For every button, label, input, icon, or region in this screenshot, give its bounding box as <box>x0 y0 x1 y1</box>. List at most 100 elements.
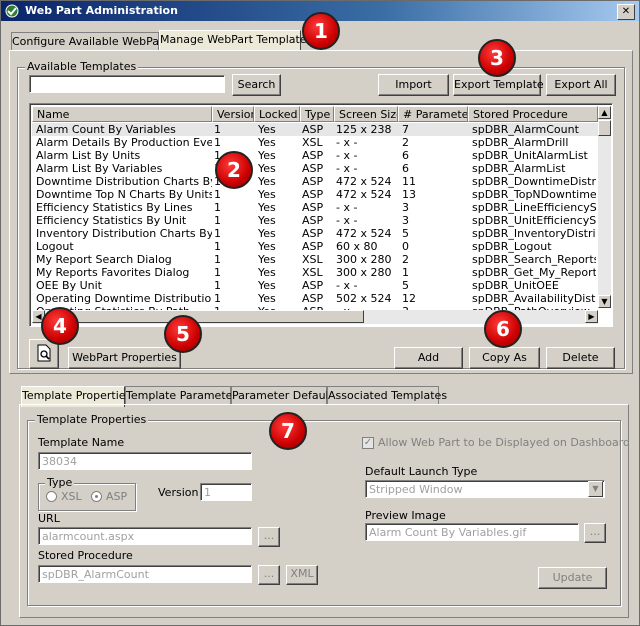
template-name-label: Template Name <box>38 436 125 449</box>
chevron-down-icon[interactable]: ▼ <box>588 481 603 497</box>
row-locked: Yes <box>258 279 276 292</box>
row-screen-size: 300 x 280 <box>336 266 392 279</box>
scroll-down-icon[interactable]: ▼ <box>598 295 611 308</box>
row-type: ASP <box>302 123 324 136</box>
row-type: XSL <box>302 266 323 279</box>
allow-dashboard-checkbox[interactable]: ✓ <box>362 437 374 449</box>
row-locked: Yes <box>258 292 276 305</box>
row-name: Operating Downtime Distribution <box>36 292 212 305</box>
row-stored-procedure: spDBR_Search_Reports <box>472 253 596 266</box>
row-screen-size: 472 x 524 <box>336 188 392 201</box>
tab-configure-webparts[interactable]: Configure Available WebParts <box>11 32 174 51</box>
row-version: 1 <box>214 266 221 279</box>
row-name: OEE By Unit <box>36 279 102 292</box>
preview-browse-button[interactable]: ... <box>584 523 606 543</box>
search-button[interactable]: Search <box>232 74 281 96</box>
row-screen-size: - x - <box>336 214 358 227</box>
delete-button[interactable]: Delete <box>546 347 615 369</box>
scroll-up-icon[interactable]: ▲ <box>598 106 611 119</box>
preview-image-field[interactable]: Alarm Count By Variables.gif <box>365 523 579 541</box>
row-name: Efficiency Statistics By Unit <box>36 214 187 227</box>
hscroll-thumb[interactable] <box>46 310 364 323</box>
export-template-button[interactable]: Export Template <box>453 74 544 96</box>
row-type: XSL <box>302 253 323 266</box>
asp-radio[interactable] <box>91 491 102 502</box>
row-parameters: 5 <box>402 279 409 292</box>
row-stored-procedure: spDBR_InventoryDistribution <box>472 227 596 240</box>
row-version: 1 <box>214 253 221 266</box>
row-locked: Yes <box>258 162 276 175</box>
row-name: Downtime Top N Charts By Units <box>36 188 212 201</box>
tab-associated-templates[interactable]: Associated Templates <box>327 386 447 405</box>
url-label: URL <box>38 512 60 525</box>
row-type: ASP <box>302 214 324 227</box>
col-header-version[interactable]: Version <box>212 106 254 122</box>
sp-browse-button[interactable]: ... <box>258 565 280 585</box>
row-name: Alarm Count By Variables <box>36 123 176 136</box>
asp-radio-label: ASP <box>106 490 128 503</box>
row-screen-size: 472 x 524 <box>336 227 392 240</box>
row-type: ASP <box>302 227 324 240</box>
tab-manage-templates[interactable]: Manage WebPart Templates <box>159 30 312 51</box>
row-type: ASP <box>302 149 324 162</box>
webpart-properties-button[interactable]: WebPart Properties <box>68 347 181 369</box>
web-part-admin-window: Web Part Administration ✕ Configure Avai… <box>0 0 640 626</box>
callout-badge-4: 4 <box>41 307 79 345</box>
export-all-button[interactable]: Export All <box>546 74 616 96</box>
row-parameters: 2 <box>402 253 409 266</box>
row-version: 1 <box>214 292 221 305</box>
add-button[interactable]: Add <box>394 347 463 369</box>
row-locked: Yes <box>258 266 276 279</box>
import-button[interactable]: Import <box>378 74 449 96</box>
row-version: 1 <box>214 214 221 227</box>
row-name: Downtime Distribution Charts By Units <box>36 175 212 188</box>
type-label: Type <box>45 476 75 489</box>
vertical-scrollbar[interactable]: ▲ ▼ <box>598 106 611 308</box>
col-header-stored-procedure[interactable]: Stored Procedure <box>468 106 598 122</box>
row-type: ASP <box>302 279 324 292</box>
row-screen-size: - x - <box>336 162 358 175</box>
url-field[interactable]: alarmcount.aspx <box>38 527 252 545</box>
copy-as-button[interactable]: Copy As <box>469 347 540 369</box>
row-screen-size: 502 x 524 <box>336 292 392 305</box>
xsl-radio[interactable] <box>46 491 57 502</box>
stored-procedure-field[interactable]: spDBR_AlarmCount <box>38 565 252 583</box>
scroll-right-icon[interactable]: ▶ <box>585 310 598 323</box>
version-field[interactable]: 1 <box>200 483 252 501</box>
row-stored-procedure: spDBR_Logout <box>472 240 552 253</box>
callout-badge-6: 6 <box>484 310 522 348</box>
row-stored-procedure: spDBR_DowntimeDistributio <box>472 175 596 188</box>
row-name: Alarm List By Units <box>36 149 141 162</box>
url-browse-button[interactable]: ... <box>258 527 280 547</box>
scroll-thumb[interactable] <box>598 120 611 136</box>
templates-list[interactable]: Name Version Locked Type Screen Size # P… <box>29 103 613 327</box>
xml-button[interactable]: XML <box>286 565 318 585</box>
template-name-field[interactable]: 38034 <box>38 452 252 470</box>
update-button[interactable]: Update <box>538 567 607 589</box>
col-header-screen-size[interactable]: Screen Size <box>334 106 398 122</box>
col-header-name[interactable]: Name <box>32 106 212 122</box>
callout-badge-5: 5 <box>164 315 202 353</box>
allow-dashboard-label: Allow Web Part to be Displayed on Dashbo… <box>378 436 631 449</box>
row-screen-size: 300 x 280 <box>336 253 392 266</box>
row-locked: Yes <box>258 253 276 266</box>
row-stored-procedure: spDBR_UnitAlarmList <box>472 149 588 162</box>
row-locked: Yes <box>258 201 276 214</box>
tab-parameter-defaults[interactable]: Parameter Defaults <box>231 386 339 405</box>
row-parameters: 3 <box>402 214 409 227</box>
row-parameters: 2 <box>402 136 409 149</box>
launch-type-value: Stripped Window <box>369 483 463 496</box>
tab-template-parameters[interactable]: Template Parameters <box>125 386 243 405</box>
row-screen-size: - x - <box>336 136 358 149</box>
row-locked: Yes <box>258 149 276 162</box>
close-button[interactable]: ✕ <box>617 4 635 20</box>
col-header-locked[interactable]: Locked <box>254 106 300 122</box>
launch-type-label: Default Launch Type <box>365 465 478 478</box>
col-header-type[interactable]: Type <box>300 106 334 122</box>
launch-type-select[interactable]: Stripped Window ▼ <box>365 480 605 498</box>
row-stored-procedure: spDBR_LineEfficiencyStatis <box>472 201 596 214</box>
col-header-parameters[interactable]: # Parameters <box>398 106 468 122</box>
row-version: 1 <box>214 279 221 292</box>
search-input[interactable] <box>29 75 225 93</box>
row-locked: Yes <box>258 188 276 201</box>
